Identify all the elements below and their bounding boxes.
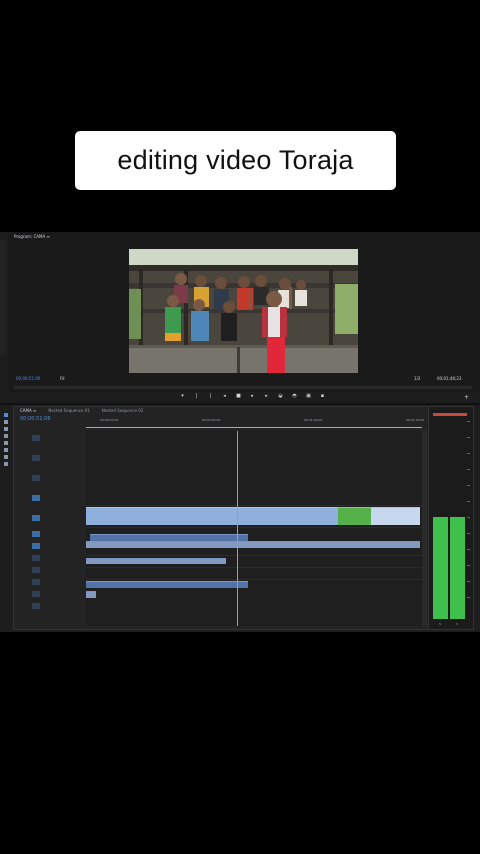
video-clip[interactable] <box>86 507 338 525</box>
audio-clip[interactable] <box>86 581 248 588</box>
mark-in-icon[interactable]: ▾ <box>180 394 185 399</box>
track-header-v6[interactable] <box>26 435 86 441</box>
overwrite-icon[interactable]: ◓ <box>292 394 297 399</box>
ripple-edit-icon[interactable] <box>4 427 8 431</box>
track-select-icon[interactable] <box>4 420 8 424</box>
work-area-bar[interactable] <box>86 427 422 428</box>
audio-clip[interactable] <box>86 541 248 548</box>
track-target[interactable] <box>32 495 40 501</box>
audio-clip[interactable] <box>86 558 226 564</box>
track-header-v1[interactable] <box>26 531 86 537</box>
video-clip[interactable] <box>338 507 371 525</box>
step-back-icon[interactable]: ◂ <box>222 394 227 399</box>
program-video-frame <box>129 249 358 373</box>
step-forward-icon[interactable]: ▸ <box>250 394 255 399</box>
meter-channel-right[interactable]: S <box>456 622 458 626</box>
program-scrub-bar[interactable] <box>14 386 472 389</box>
meter-scale <box>467 421 471 616</box>
tab-nested-sequence-01[interactable]: Nested Sequence 01 <box>48 408 89 413</box>
meter-channel-left[interactable]: S <box>439 622 441 626</box>
track-area[interactable] <box>86 431 422 626</box>
playhead[interactable] <box>237 431 238 626</box>
audio-meter-panel: S S <box>428 406 474 630</box>
track-target[interactable] <box>32 475 40 481</box>
track-target[interactable] <box>32 555 40 561</box>
go-to-in-icon[interactable]: | <box>208 394 213 399</box>
insert-icon[interactable]: ◒ <box>278 394 283 399</box>
track-header-v4[interactable] <box>26 475 86 481</box>
track-target[interactable] <box>32 591 40 597</box>
audio-clip[interactable] <box>86 591 96 598</box>
timeline-tabs: CAMA ≡ Nested Sequence 01 Nested Sequenc… <box>20 408 143 413</box>
track-target[interactable] <box>32 567 40 573</box>
track-target[interactable] <box>32 531 40 537</box>
selection-tool-icon[interactable] <box>4 413 8 417</box>
ruler-tick: 00;01;04;02 <box>304 418 323 422</box>
track-divider <box>86 505 422 506</box>
track-divider <box>86 567 422 568</box>
time-ruler[interactable]: 00;00;00;00 00;00;32;00 00;01;04;02 00;0… <box>86 417 425 428</box>
export-frame-icon[interactable]: ▣ <box>306 394 311 399</box>
track-target[interactable] <box>32 579 40 585</box>
go-to-out-icon[interactable]: ▸ <box>264 394 269 399</box>
ruler-tick: 00;01;36;02 <box>406 418 425 422</box>
slip-tool-icon[interactable] <box>4 441 8 445</box>
track-target[interactable] <box>32 515 40 521</box>
timeline-panel: CAMA ≡ Nested Sequence 01 Nested Sequenc… <box>13 406 430 630</box>
track-header-v3[interactable] <box>26 495 86 501</box>
audio-meter-right <box>450 517 465 619</box>
tools-panel <box>2 410 10 480</box>
ruler-tick: 00;00;00;00 <box>100 418 119 422</box>
track-header-a4[interactable] <box>26 579 86 585</box>
track-header-v5[interactable] <box>26 455 86 461</box>
track-header-v2[interactable] <box>26 515 86 521</box>
track-header-a1[interactable] <box>26 543 86 549</box>
audio-meter-left <box>433 517 448 619</box>
track-divider <box>86 579 422 580</box>
track-header-a2[interactable] <box>26 555 86 561</box>
mark-out-icon[interactable]: | <box>194 394 199 399</box>
caption-label: editing video Toraja <box>75 131 396 190</box>
program-timecode-left[interactable]: 00;00;51;06 <box>16 376 40 381</box>
program-monitor-tab[interactable]: Program: CAMA ≡ <box>14 234 50 239</box>
track-target[interactable] <box>32 603 40 609</box>
track-divider <box>86 555 422 556</box>
panel-divider[interactable] <box>0 403 480 405</box>
video-frame-image <box>129 249 358 373</box>
tab-cama[interactable]: CAMA ≡ <box>20 408 36 413</box>
audio-clip[interactable] <box>246 541 420 548</box>
program-zoom-dropdown[interactable]: 1/2 <box>414 376 420 381</box>
source-panel-edge <box>0 240 6 355</box>
video-clip[interactable] <box>371 507 420 525</box>
hand-tool-icon[interactable] <box>4 455 8 459</box>
track-target[interactable] <box>32 455 40 461</box>
audio-clip[interactable] <box>90 534 248 541</box>
track-header-a6[interactable] <box>26 603 86 609</box>
razor-tool-icon[interactable] <box>4 434 8 438</box>
peak-indicator <box>433 413 467 416</box>
add-button-icon[interactable]: + <box>464 394 469 401</box>
timeline-vertical-scrollbar[interactable] <box>422 431 427 626</box>
settings-icon[interactable]: ▪ <box>320 394 325 399</box>
tab-nested-sequence-02[interactable]: Nested Sequence 02 <box>102 408 143 413</box>
transport-controls: ▾ | | ◂ ■ ▸ ▸ ◒ ◓ ▣ ▪ <box>180 394 325 399</box>
timeline-timecode[interactable]: 00;00;51;06 <box>20 416 51 422</box>
track-target[interactable] <box>32 435 40 441</box>
program-timecode-right: 00;01;48;23 <box>437 376 462 381</box>
track-divider <box>86 527 422 528</box>
type-tool-icon[interactable] <box>4 462 8 466</box>
track-header-a3[interactable] <box>26 567 86 573</box>
ruler-tick: 00;00;32;00 <box>202 418 221 422</box>
track-target[interactable] <box>32 543 40 549</box>
pen-tool-icon[interactable] <box>4 448 8 452</box>
program-fit-dropdown[interactable]: Fit <box>60 376 65 381</box>
track-headers <box>26 431 86 626</box>
track-header-a5[interactable] <box>26 591 86 597</box>
stop-icon[interactable]: ■ <box>236 394 241 399</box>
